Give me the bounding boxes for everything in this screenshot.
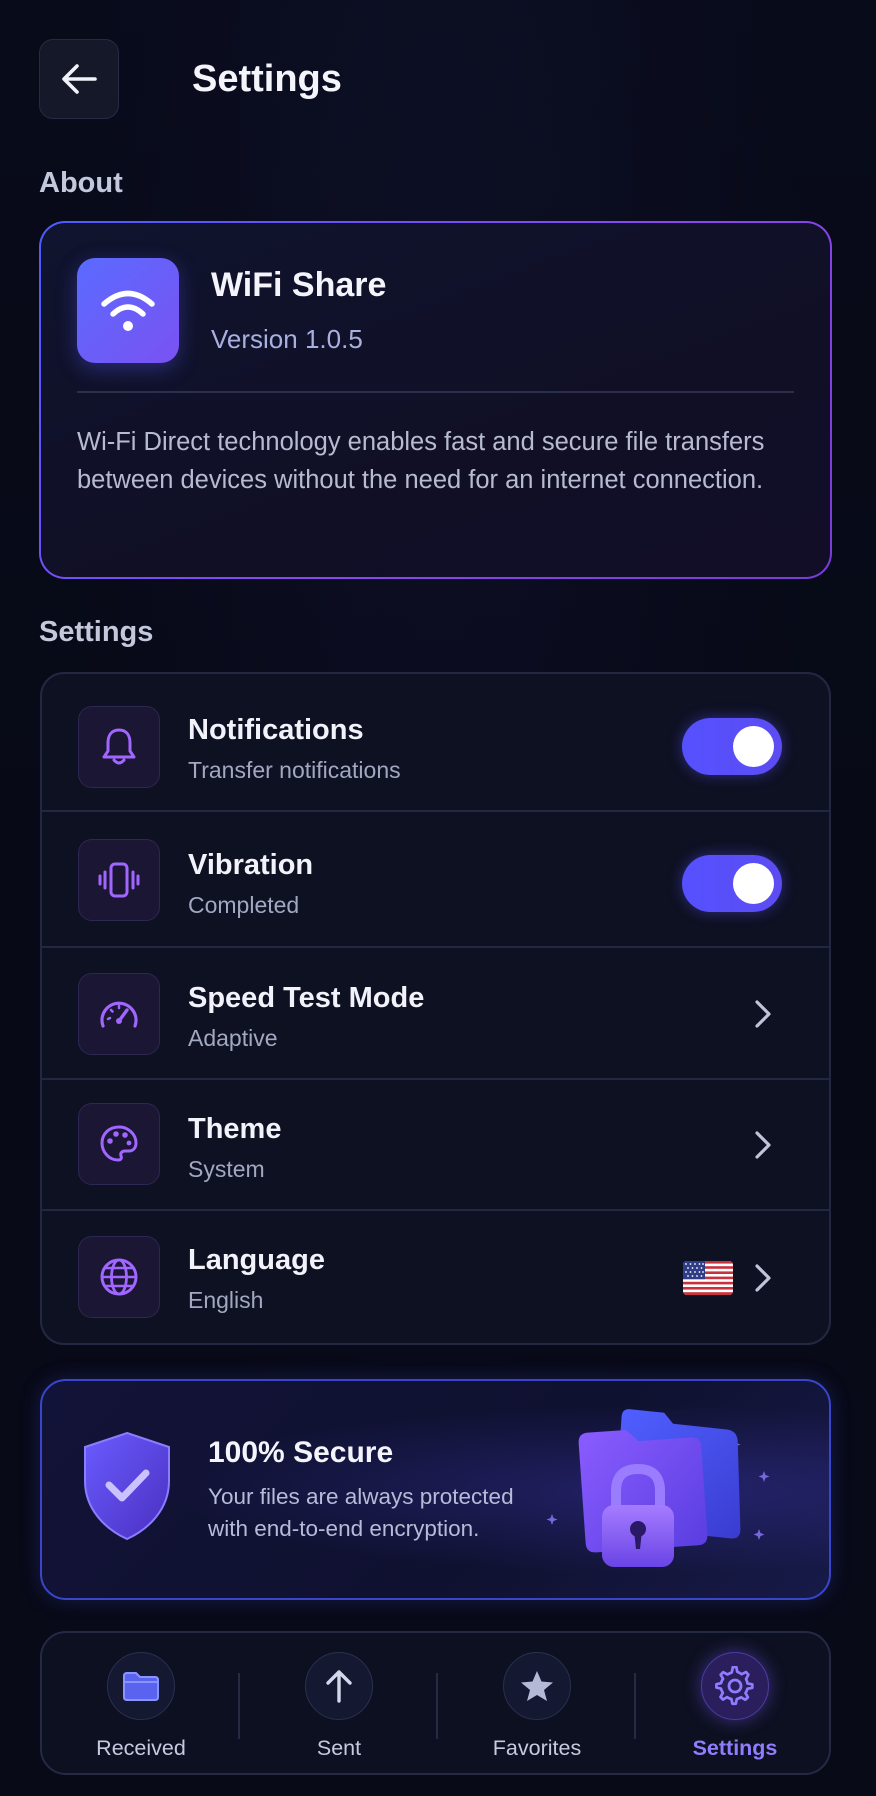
secure-title: 100% Secure (208, 1436, 394, 1469)
settings-list: Notifications Transfer notifications Vib… (40, 672, 831, 1345)
arrow-up-icon (305, 1652, 373, 1720)
nav-label: Settings (692, 1736, 778, 1760)
star-icon (503, 1652, 571, 1720)
toggle-knob (733, 726, 774, 767)
bottom-navigation: Received Sent Favorites Settings (40, 1631, 831, 1775)
bell-icon (78, 706, 160, 788)
setting-subtitle: Adaptive (188, 1025, 278, 1051)
palette-icon (78, 1103, 160, 1185)
app-name: WiFi Share (211, 266, 387, 304)
chevron-right-icon (755, 1131, 771, 1159)
setting-notifications[interactable]: Notifications Transfer notifications (42, 674, 829, 810)
nav-sent[interactable]: Sent (240, 1633, 438, 1777)
setting-subtitle: System (188, 1156, 265, 1182)
vibration-toggle[interactable] (682, 855, 782, 912)
setting-title: Speed Test Mode (188, 982, 425, 1014)
globe-icon (78, 1236, 160, 1318)
shield-check-icon (84, 1431, 170, 1541)
folder-lock-icon (546, 1409, 770, 1567)
setting-title: Language (188, 1244, 325, 1276)
nav-label: Sent (316, 1736, 362, 1760)
setting-title: Theme (188, 1113, 282, 1145)
nav-favorites[interactable]: Favorites (438, 1633, 636, 1777)
chevron-right-icon (755, 1264, 771, 1292)
nav-label: Received (96, 1736, 186, 1760)
folder-icon (107, 1652, 175, 1720)
about-card: WiFi Share Version 1.0.5 Wi-Fi Direct te… (41, 223, 830, 577)
chevron-right-icon (755, 1000, 771, 1028)
about-section-label: About (39, 167, 123, 199)
wifi-icon (101, 290, 155, 331)
divider (77, 391, 794, 393)
page-title: Settings (192, 57, 342, 100)
setting-title: Notifications (188, 714, 364, 746)
setting-language[interactable]: Language English (42, 1209, 829, 1343)
nav-received[interactable]: Received (42, 1633, 240, 1777)
settings-section-label: Settings (39, 616, 154, 648)
us-flag-icon (683, 1261, 733, 1295)
back-button[interactable] (39, 39, 119, 119)
setting-subtitle: Transfer notifications (188, 757, 401, 783)
setting-subtitle: Completed (188, 892, 300, 918)
gear-icon (701, 1652, 769, 1720)
app-description: Wi-Fi Direct technology enables fast and… (77, 428, 765, 494)
secure-description: Your files are always protected with end… (208, 1484, 514, 1541)
nav-settings[interactable]: Settings (636, 1633, 834, 1777)
setting-vibration[interactable]: Vibration Completed (42, 810, 829, 946)
arrow-left-icon (62, 64, 97, 94)
notifications-toggle[interactable] (682, 718, 782, 775)
nav-label: Favorites (492, 1736, 582, 1760)
secure-banner: 100% Secure Your files are always protec… (40, 1379, 831, 1600)
setting-subtitle: English (188, 1287, 264, 1313)
vibration-icon (78, 839, 160, 921)
toggle-knob (733, 863, 774, 904)
app-icon (77, 258, 179, 363)
setting-title: Vibration (188, 849, 314, 881)
setting-speed-test-mode[interactable]: Speed Test Mode Adaptive (42, 946, 829, 1078)
speedometer-icon (78, 973, 160, 1055)
app-version: Version 1.0.5 (211, 324, 363, 354)
header: Settings (39, 39, 839, 119)
setting-theme[interactable]: Theme System (42, 1078, 829, 1209)
